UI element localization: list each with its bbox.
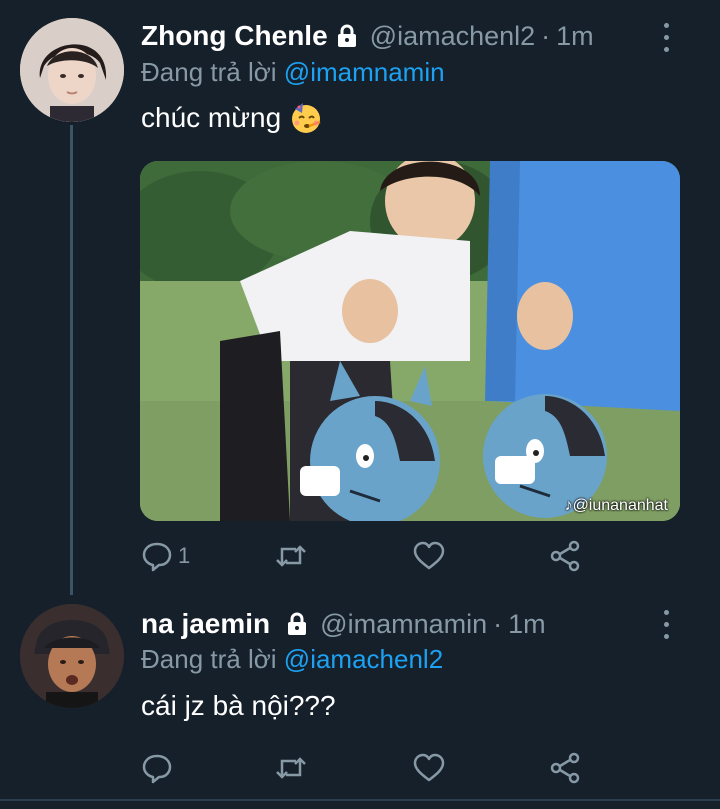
heart-icon [413, 753, 445, 782]
reply-button[interactable]: 1 [140, 536, 190, 576]
separator-dot: · [541, 20, 551, 51]
reply-mention-link[interactable]: @iamachenl2 [284, 644, 443, 674]
like-button[interactable] [412, 748, 446, 788]
share-button[interactable] [548, 748, 582, 788]
user-handle[interactable]: @imamnamin [320, 609, 487, 640]
tweet-actions [140, 748, 600, 788]
retweet-icon [276, 757, 306, 779]
lock-icon [334, 23, 360, 49]
tweet-1[interactable]: Zhong Chenle @iamachenl2 · 1m Đang trả l… [0, 0, 720, 600]
thread-line [70, 125, 73, 595]
tweet-text: cái jz bà nội??? [141, 690, 336, 722]
watermark-text: @iunananhat [572, 497, 668, 514]
tweet-photo[interactable]: ♪@iunananhat [140, 161, 680, 521]
tweet-text-content: chúc mừng [141, 102, 282, 133]
photo-watermark: ♪@iunananhat [565, 497, 668, 515]
partying-face-emoji [289, 101, 323, 135]
more-options-icon[interactable] [656, 19, 676, 55]
avatar[interactable] [20, 18, 124, 122]
timestamp[interactable]: 1m [556, 21, 594, 52]
user-handle[interactable]: @iamachenl2 [370, 21, 536, 52]
lock-icon [284, 611, 310, 637]
retweet-button[interactable] [274, 536, 308, 576]
separator-dot: · [493, 608, 503, 639]
replying-to: Đang trả lời @imamnamin [141, 57, 445, 88]
replying-to: Đang trả lời @iamachenl2 [141, 644, 443, 675]
avatar[interactable] [20, 604, 124, 708]
display-name[interactable]: Zhong Chenle [141, 20, 328, 52]
reply-button[interactable] [140, 748, 174, 788]
reply-mention-link[interactable]: @imamnamin [284, 57, 445, 87]
like-button[interactable] [412, 536, 446, 576]
share-icon [550, 752, 580, 784]
retweet-button[interactable] [274, 748, 308, 788]
tiktok-icon: ♪ [564, 497, 573, 514]
reply-count: 1 [178, 543, 191, 568]
tweet-text-content: cái jz bà nội??? [141, 690, 336, 721]
display-name[interactable]: na jaemin [141, 608, 270, 640]
share-icon [550, 540, 580, 572]
retweet-icon [276, 545, 306, 567]
share-button[interactable] [548, 536, 582, 576]
heart-icon [413, 541, 445, 570]
tweet-header: Zhong Chenle @iamachenl2 · 1m [141, 16, 594, 56]
replying-to-label: Đang trả lời [141, 644, 277, 674]
reply-icon [142, 754, 172, 784]
replying-to-label: Đang trả lời [141, 57, 277, 87]
more-options-icon[interactable] [656, 606, 676, 642]
tweet-text: chúc mừng [141, 101, 323, 135]
reply-icon [142, 542, 172, 572]
tweet-header: na jaemin @imamnamin · 1m [141, 604, 546, 644]
tweet-actions: 1 [140, 536, 600, 576]
divider [0, 799, 720, 801]
timestamp[interactable]: 1m [508, 609, 546, 640]
